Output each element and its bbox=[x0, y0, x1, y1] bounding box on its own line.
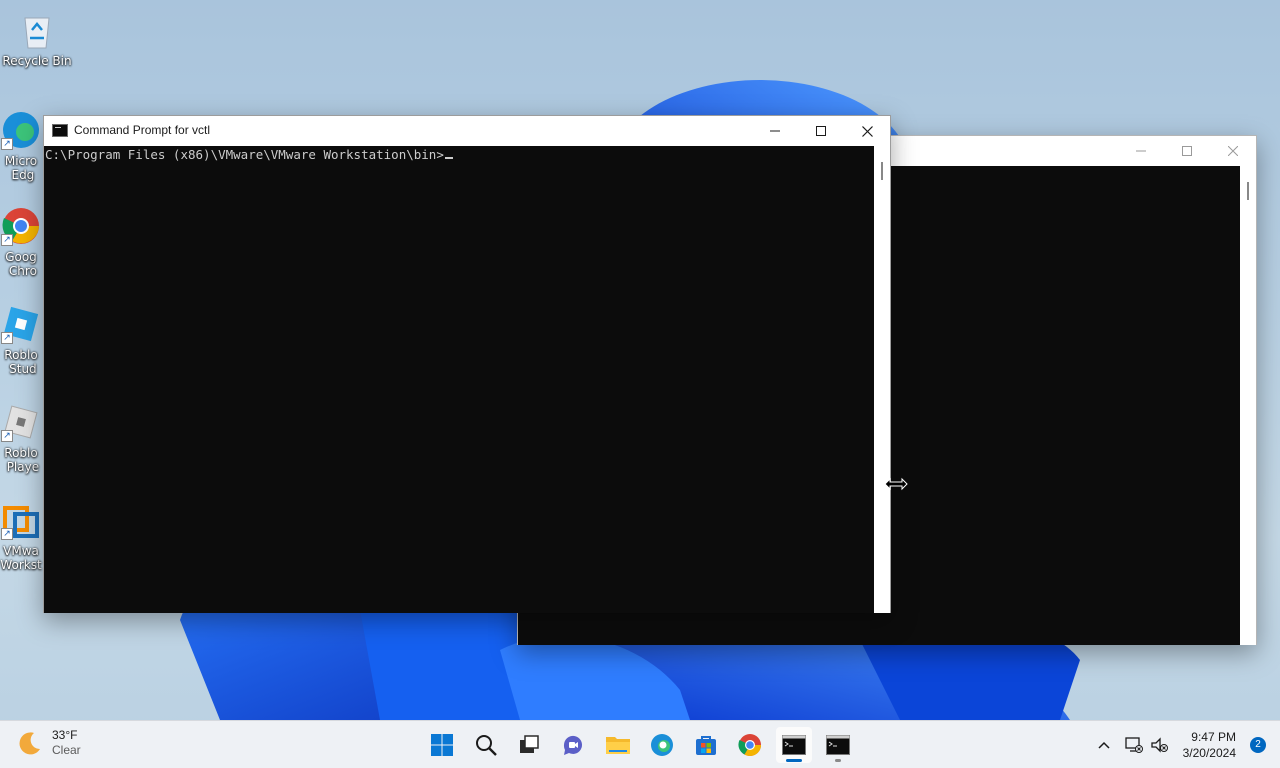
search-button[interactable] bbox=[468, 727, 504, 763]
cmd-vctl-taskbar-button[interactable] bbox=[776, 727, 812, 763]
active-app-indicator bbox=[786, 759, 802, 762]
minimize-button[interactable] bbox=[1118, 136, 1164, 166]
console-prompt-line: C:\Program Files (x86)\VMware\VMware Wor… bbox=[45, 147, 444, 162]
minimize-icon bbox=[1136, 150, 1146, 152]
start-button[interactable] bbox=[424, 727, 460, 763]
maximize-icon bbox=[816, 126, 826, 136]
volume-muted-icon bbox=[1151, 737, 1168, 753]
desktop-icon-recycle-bin[interactable]: Recycle Bin bbox=[0, 10, 74, 68]
show-hidden-icons-button[interactable] bbox=[1096, 737, 1112, 753]
console-area[interactable]: C:\Program Files (x86)\VMware\VMware Wor… bbox=[44, 146, 874, 613]
maximize-button[interactable] bbox=[1164, 136, 1210, 166]
text-cursor bbox=[444, 157, 453, 159]
chrome-button[interactable] bbox=[732, 727, 768, 763]
edge-button[interactable] bbox=[644, 727, 680, 763]
clock-time: 9:47 PM bbox=[1191, 730, 1236, 744]
chrome-icon: ↗ bbox=[1, 206, 41, 246]
resize-cursor-icon bbox=[884, 477, 908, 491]
scroll-thumb[interactable] bbox=[1247, 182, 1249, 200]
clock-date: 3/20/2024 bbox=[1182, 746, 1236, 760]
shortcut-arrow-icon: ↗ bbox=[1, 528, 13, 540]
edge-icon bbox=[651, 734, 673, 756]
chat-button[interactable] bbox=[555, 727, 591, 763]
roblox-player-icon: ↗ bbox=[1, 402, 41, 442]
running-app-indicator bbox=[835, 759, 841, 762]
network-disconnected-icon bbox=[1125, 737, 1143, 753]
back-vertical-scrollbar[interactable] bbox=[1240, 166, 1256, 645]
weather-widget[interactable]: 33°F Clear bbox=[16, 728, 81, 758]
shortcut-arrow-icon: ↗ bbox=[1, 138, 13, 150]
command-prompt-vctl-window[interactable]: Command Prompt for vctl C:\Program Files… bbox=[43, 115, 891, 613]
notification-badge[interactable]: 2 bbox=[1250, 737, 1266, 753]
chat-icon bbox=[563, 735, 582, 755]
close-icon bbox=[1228, 146, 1238, 156]
windows-start-icon bbox=[431, 734, 453, 756]
shortcut-arrow-icon: ↗ bbox=[1, 430, 13, 442]
file-explorer-button[interactable] bbox=[600, 727, 636, 763]
volume-button[interactable] bbox=[1150, 735, 1170, 755]
task-view-button[interactable] bbox=[511, 727, 547, 763]
chevron-up-icon bbox=[1098, 741, 1110, 749]
shortcut-arrow-icon: ↗ bbox=[1, 332, 13, 344]
network-button[interactable] bbox=[1124, 735, 1144, 755]
close-button[interactable] bbox=[1210, 136, 1256, 166]
close-icon bbox=[861, 125, 873, 137]
store-icon bbox=[696, 736, 716, 755]
scroll-thumb[interactable] bbox=[881, 162, 883, 180]
store-button[interactable] bbox=[688, 727, 724, 763]
minimize-button[interactable] bbox=[752, 116, 798, 146]
desktop-icon-label: Recycle Bin bbox=[2, 54, 72, 68]
window-titlebar[interactable]: Command Prompt for vctl bbox=[44, 116, 890, 146]
roblox-studio-icon: ↗ bbox=[1, 304, 41, 344]
weather-condition: Clear bbox=[52, 743, 81, 757]
system-tray: 9:47 PM 3/20/2024 2 bbox=[1080, 721, 1280, 768]
taskbar: 33°F Clear 9:47 PM 3/20/2024 2 bbox=[0, 720, 1280, 768]
cmd-icon bbox=[782, 735, 806, 755]
cmd-icon bbox=[826, 735, 850, 755]
cmd-taskbar-button[interactable] bbox=[820, 727, 856, 763]
chrome-icon bbox=[738, 734, 761, 756]
vmware-icon: ↗ bbox=[1, 500, 41, 540]
cmd-icon bbox=[52, 124, 68, 137]
minimize-icon bbox=[770, 130, 780, 132]
task-view-icon bbox=[520, 735, 539, 753]
search-icon bbox=[476, 735, 497, 756]
clock[interactable]: 9:47 PM 3/20/2024 bbox=[1183, 729, 1236, 761]
edge-icon: ↗ bbox=[1, 110, 41, 150]
close-button[interactable] bbox=[844, 116, 890, 146]
maximize-button[interactable] bbox=[798, 116, 844, 146]
window-title: Command Prompt for vctl bbox=[74, 123, 211, 137]
recycle-bin-icon bbox=[17, 10, 57, 50]
maximize-icon bbox=[1182, 146, 1192, 156]
shortcut-arrow-icon: ↗ bbox=[1, 234, 13, 246]
vertical-scrollbar[interactable] bbox=[874, 146, 890, 613]
moon-icon bbox=[19, 732, 40, 755]
folder-icon bbox=[606, 737, 630, 754]
weather-temperature: 33°F bbox=[52, 728, 78, 742]
